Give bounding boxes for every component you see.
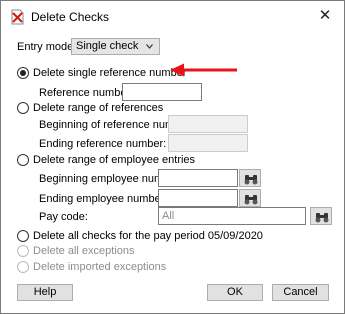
radio-all-checks[interactable] bbox=[17, 230, 29, 242]
chevron-down-icon bbox=[146, 44, 153, 49]
pay-code-label: Pay code: bbox=[39, 211, 88, 223]
radio-single-reference[interactable] bbox=[17, 67, 29, 79]
radio-imported-exceptions[interactable] bbox=[17, 261, 29, 273]
dialog-title: Delete Checks bbox=[31, 10, 110, 24]
close-button[interactable]: ✕ bbox=[314, 6, 336, 26]
imported-exceptions-label: Delete imported exceptions bbox=[33, 261, 167, 273]
annotation-arrow bbox=[170, 63, 237, 77]
ending-employee-lookup-button[interactable] bbox=[239, 189, 261, 207]
delete-checks-dialog: Delete Checks ✕ Entry mode: Single check… bbox=[0, 0, 345, 314]
ending-reference-input[interactable] bbox=[168, 134, 248, 152]
radio-range-employees[interactable] bbox=[17, 154, 29, 166]
range-references-label: Delete range of references bbox=[33, 102, 164, 114]
binoculars-icon bbox=[315, 213, 329, 223]
beginning-employee-lookup-button[interactable] bbox=[239, 169, 261, 187]
help-button[interactable]: Help bbox=[17, 284, 73, 301]
single-reference-label: Delete single reference number bbox=[33, 67, 187, 79]
beginning-employee-input[interactable] bbox=[158, 169, 238, 187]
ok-button[interactable]: OK bbox=[207, 284, 263, 301]
cancel-button[interactable]: Cancel bbox=[272, 284, 329, 301]
binoculars-icon bbox=[244, 195, 258, 205]
ending-employee-label: Ending employee number: bbox=[39, 193, 168, 205]
reference-number-label: Reference number: bbox=[39, 87, 134, 99]
delete-checks-icon bbox=[11, 9, 24, 25]
entry-mode-label: Entry mode: bbox=[17, 41, 77, 53]
all-checks-label: Delete all checks for the pay period 05/… bbox=[33, 230, 263, 242]
radio-range-references[interactable] bbox=[17, 102, 29, 114]
binoculars-icon bbox=[244, 175, 258, 185]
radio-all-exceptions[interactable] bbox=[17, 245, 29, 257]
entry-mode-value: Single check bbox=[76, 40, 139, 52]
ending-reference-label: Ending reference number: bbox=[39, 138, 167, 150]
close-icon: ✕ bbox=[318, 7, 332, 24]
all-exceptions-label: Delete all exceptions bbox=[33, 245, 135, 257]
pay-code-value: All bbox=[162, 210, 175, 222]
reference-number-input[interactable] bbox=[122, 83, 202, 101]
title-bar: Delete Checks ✕ bbox=[1, 1, 344, 31]
range-employees-label: Delete range of employee entries bbox=[33, 154, 196, 166]
pay-code-input[interactable]: All bbox=[158, 207, 306, 225]
ending-employee-input[interactable] bbox=[158, 189, 238, 207]
entry-mode-select[interactable]: Single check bbox=[71, 38, 160, 55]
beginning-reference-input[interactable] bbox=[168, 115, 248, 133]
pay-code-lookup-button[interactable] bbox=[310, 207, 332, 225]
